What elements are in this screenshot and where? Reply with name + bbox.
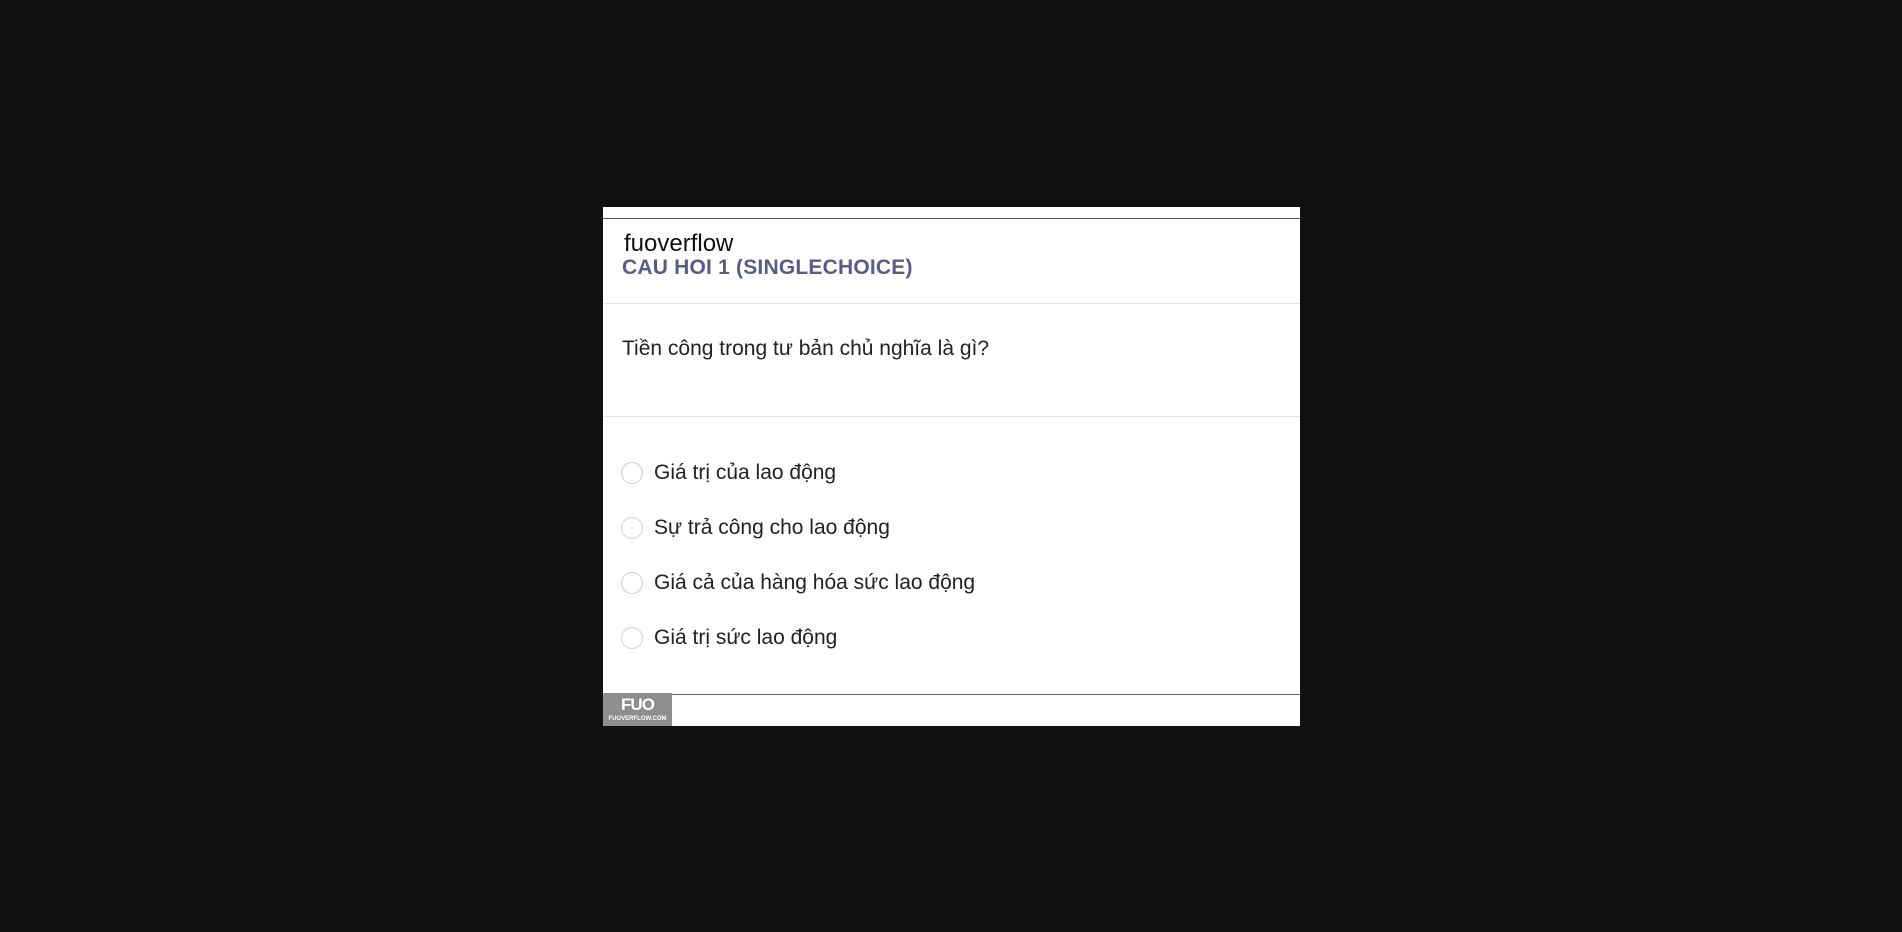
question-text: Tiền công trong tư bản chủ nghĩa là gì? [622, 337, 990, 360]
radio-button[interactable] [621, 462, 643, 484]
option-label: Giá trị sức lao động [654, 626, 838, 649]
option-3[interactable]: Giá cả của hàng hóa sức lao động [621, 569, 975, 597]
option-1[interactable]: Giá trị của lao động [621, 459, 836, 487]
site-label: fuoverflow [613, 227, 745, 259]
option-label: Giá cả của hàng hóa sức lao động [654, 571, 976, 594]
radio-button[interactable] [621, 517, 643, 539]
radio-button[interactable] [621, 572, 643, 594]
logo-mark: FUO [621, 695, 655, 714]
option-label: Giá trị của lao động [654, 461, 837, 484]
question-body: Tiền công trong tư bản chủ nghĩa là gì? [603, 304, 1300, 417]
question-card: CÂU HỎI 1 (SINGLECHOICE) fuoverflow Tiền… [603, 207, 1300, 726]
logo-subtext: FUOVERFLOW.COM [608, 716, 667, 722]
fuo-logo: FUO FUOVERFLOW.COM [603, 693, 672, 726]
option-4[interactable]: Giá trị sức lao động [621, 624, 837, 652]
question-header: CÂU HỎI 1 (SINGLECHOICE) fuoverflow [603, 219, 1300, 304]
radio-button[interactable] [621, 627, 643, 649]
answer-options: Giá trị của lao động Sự trả công cho lao… [603, 417, 1300, 695]
option-label: Sự trả công cho lao động [654, 516, 890, 539]
option-2[interactable]: Sự trả công cho lao động [621, 514, 890, 542]
